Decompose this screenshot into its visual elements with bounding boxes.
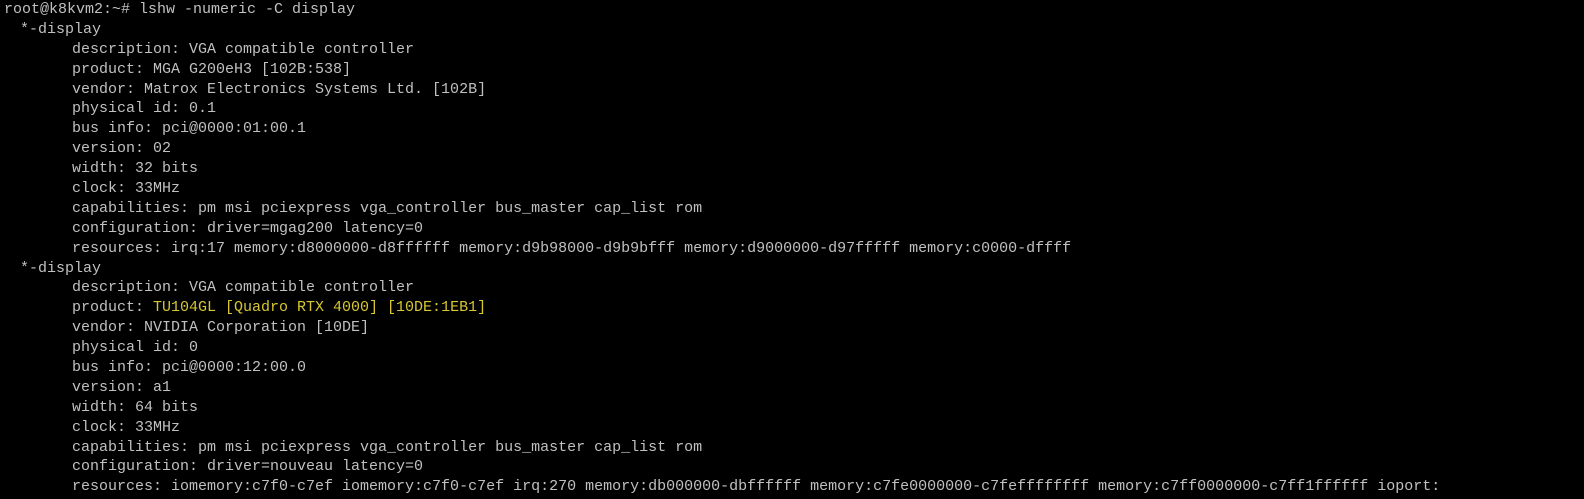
device-width: width: 32 bits — [72, 160, 199, 178]
product-value-highlighted: TU104GL [Quadro RTX 4000] [10DE:1EB1] — [153, 299, 487, 317]
device-version: version: 02 — [72, 140, 172, 158]
device-vendor: vendor: Matrox Electronics Systems Ltd. … — [72, 80, 487, 98]
device-resources: resources: irq:17 memory:d8000000-d8ffff… — [72, 239, 1072, 257]
terminal-window[interactable]: root@k8kvm2:~# lshw -numeric -C display … — [0, 0, 1584, 499]
device-capabilities: capabilities: pm msi pciexpress vga_cont… — [72, 199, 703, 217]
device-version: version: a1 — [72, 378, 172, 396]
device-configuration: configuration: driver=mgag200 latency=0 — [72, 219, 424, 237]
device-vendor: vendor: NVIDIA Corporation [10DE] — [72, 319, 370, 337]
device-bus-info: bus info: pci@0000:12:00.0 — [72, 359, 307, 377]
device-physical-id: physical id: 0 — [72, 339, 199, 357]
device-configuration: configuration: driver=nouveau latency=0 — [72, 458, 424, 476]
product-label: product: — [72, 60, 154, 78]
command-prompt-line: root@k8kvm2:~# lshw -numeric -C display — [4, 1, 356, 18]
device-capabilities: capabilities: pm msi pciexpress vga_cont… — [72, 438, 703, 456]
device-width: width: 64 bits — [72, 398, 199, 416]
device-bus-info: bus info: pci@0000:01:00.1 — [72, 120, 307, 138]
device-resources: resources: iomemory:c7f0-c7ef iomemory:c… — [72, 478, 1441, 496]
device-product: product: MGA G200eH3 [102B:538] — [4, 60, 1584, 80]
device-clock: clock: 33MHz — [72, 418, 181, 436]
device-physical-id: physical id: 0.1 — [72, 100, 217, 118]
device-description: description: VGA compatible controller — [72, 40, 415, 58]
device-header: *-display — [20, 259, 102, 277]
device-product: product: TU104GL [Quadro RTX 4000] [10DE… — [4, 298, 1584, 318]
device-clock: clock: 33MHz — [72, 180, 181, 198]
device-header: *-display — [20, 20, 102, 38]
device-description: description: VGA compatible controller — [72, 279, 415, 297]
product-value: MGA G200eH3 [102B:538] — [153, 60, 352, 78]
product-label: product: — [72, 299, 154, 317]
